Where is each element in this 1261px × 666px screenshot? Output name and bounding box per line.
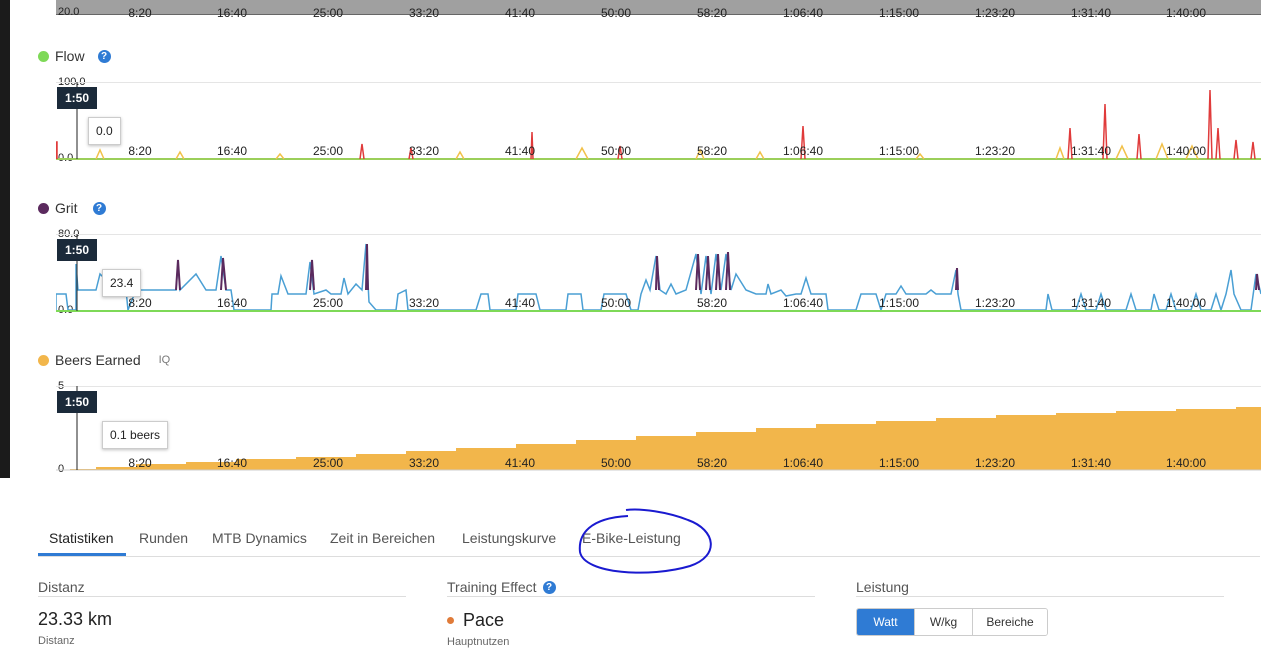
grit-cursor-time: 1:50 bbox=[57, 239, 97, 261]
x-tick-label: 58:20 bbox=[696, 144, 728, 158]
x-tick-label: 41:40 bbox=[504, 296, 536, 310]
x-tick-label: 50:00 bbox=[600, 296, 632, 310]
window-edge-lower bbox=[0, 478, 10, 666]
x-tick-label: 1:23:20 bbox=[974, 6, 1016, 20]
flow-title: Flow bbox=[55, 48, 85, 64]
x-tick-label: 41:40 bbox=[504, 456, 536, 470]
x-tick-label: 1:40:00 bbox=[1165, 144, 1207, 158]
active-tab-indicator bbox=[38, 553, 126, 556]
grit-title: Grit bbox=[55, 200, 78, 216]
training-effect-dot bbox=[447, 617, 454, 624]
training-effect-value: Pace bbox=[463, 610, 505, 630]
flow-tooltip: 0.0 bbox=[88, 117, 121, 145]
training-effect-title: Training Effect ? bbox=[447, 579, 556, 595]
x-tick-label: 1:15:00 bbox=[878, 6, 920, 20]
x-tick-label: 25:00 bbox=[312, 296, 344, 310]
training-effect-divider bbox=[447, 596, 815, 597]
power-title: Leistung bbox=[856, 579, 909, 595]
x-tick-label: 50:00 bbox=[600, 6, 632, 20]
x-tick-label: 1:15:00 bbox=[878, 296, 920, 310]
x-tick-label: 1:31:40 bbox=[1070, 6, 1112, 20]
x-tick-label: 1:15:00 bbox=[878, 456, 920, 470]
tab-runden[interactable]: Runden bbox=[139, 530, 188, 546]
tab-mtb-dynamics[interactable]: MTB Dynamics bbox=[212, 530, 307, 546]
x-tick-label: 1:40:00 bbox=[1165, 6, 1207, 20]
tab-leistungskurve[interactable]: Leistungskurve bbox=[462, 530, 556, 546]
x-tick-label: 25:00 bbox=[312, 456, 344, 470]
flow-help-icon[interactable]: ? bbox=[97, 49, 111, 63]
training-effect-value-row: Pace bbox=[447, 610, 504, 631]
hand-drawn-circle-annotation bbox=[578, 508, 712, 574]
grit-legend-dot bbox=[38, 202, 49, 214]
grit-header: Grit ? bbox=[38, 200, 106, 216]
x-tick-label: 16:40 bbox=[216, 144, 248, 158]
beers-iq-badge: IQ bbox=[158, 354, 171, 366]
x-tick-label: 1:23:20 bbox=[974, 144, 1016, 158]
x-tick-label: 1:40:00 bbox=[1165, 296, 1207, 310]
watt-button[interactable]: Watt bbox=[857, 609, 915, 635]
previous-chart-y-min: 20.0 bbox=[58, 6, 80, 18]
flow-minor-spikes bbox=[95, 141, 1199, 160]
x-tick-label: 1:40:00 bbox=[1165, 456, 1207, 470]
power-divider bbox=[856, 596, 1224, 597]
flow-cursor-time: 1:50 bbox=[57, 87, 97, 109]
distance-divider bbox=[38, 596, 406, 597]
x-tick-label: 1:31:40 bbox=[1070, 296, 1112, 310]
x-tick-label: 8:20 bbox=[128, 144, 152, 158]
x-tick-label: 16:40 bbox=[216, 296, 248, 310]
grit-peaks bbox=[175, 243, 1260, 291]
x-tick-label: 1:06:40 bbox=[782, 6, 824, 20]
x-tick-label: 58:20 bbox=[696, 456, 728, 470]
beers-cursor-time: 1:50 bbox=[57, 391, 97, 413]
beers-tooltip: 0.1 beers bbox=[102, 421, 169, 449]
x-tick-label: 1:23:20 bbox=[974, 296, 1016, 310]
x-tick-label: 1:06:40 bbox=[782, 144, 824, 158]
x-tick-label: 16:40 bbox=[216, 456, 248, 470]
x-tick-label: 50:00 bbox=[600, 144, 632, 158]
x-tick-label: 58:20 bbox=[696, 296, 728, 310]
beers-title: Beers Earned bbox=[55, 352, 141, 368]
training-effect-sub: Hauptnutzen bbox=[447, 636, 510, 648]
x-tick-label: 1:31:40 bbox=[1070, 456, 1112, 470]
beers-legend-dot bbox=[38, 354, 49, 366]
x-tick-label: 8:20 bbox=[128, 6, 152, 20]
x-tick-label: 33:20 bbox=[408, 144, 440, 158]
training-effect-label: Training Effect bbox=[447, 579, 537, 595]
x-tick-label: 1:23:20 bbox=[974, 456, 1016, 470]
distance-value: 23.33 km bbox=[38, 609, 113, 629]
flow-legend-dot bbox=[38, 50, 49, 62]
distance-sub: Distanz bbox=[38, 635, 75, 647]
x-tick-label: 1:06:40 bbox=[782, 296, 824, 310]
x-tick-label: 1:31:40 bbox=[1070, 144, 1112, 158]
bereiche-button[interactable]: Bereiche bbox=[973, 609, 1047, 635]
x-tick-label: 33:20 bbox=[408, 6, 440, 20]
x-tick-label: 25:00 bbox=[312, 144, 344, 158]
x-tick-label: 33:20 bbox=[408, 296, 440, 310]
grit-tooltip: 23.4 bbox=[102, 269, 142, 297]
x-tick-label: 41:40 bbox=[504, 144, 536, 158]
x-tick-label: 58:20 bbox=[696, 6, 728, 20]
window-edge bbox=[0, 0, 10, 478]
training-effect-help-icon[interactable]: ? bbox=[542, 580, 556, 594]
x-tick-label: 1:15:00 bbox=[878, 144, 920, 158]
w-per-kg-button[interactable]: W/kg bbox=[915, 609, 973, 635]
x-tick-label: 25:00 bbox=[312, 6, 344, 20]
x-tick-label: 16:40 bbox=[216, 6, 248, 20]
flow-header: Flow ? bbox=[38, 48, 111, 64]
distance-title: Distanz bbox=[38, 579, 85, 595]
x-tick-label: 1:06:40 bbox=[782, 456, 824, 470]
x-tick-label: 8:20 bbox=[128, 296, 152, 310]
x-tick-label: 8:20 bbox=[128, 456, 152, 470]
beers-header: Beers Earned IQ bbox=[38, 352, 170, 368]
x-tick-label: 33:20 bbox=[408, 456, 440, 470]
grit-help-icon[interactable]: ? bbox=[92, 201, 106, 215]
tab-statistiken[interactable]: Statistiken bbox=[49, 530, 114, 546]
power-unit-toggle: Watt W/kg Bereiche bbox=[856, 608, 1048, 636]
tab-zeit-in-bereichen[interactable]: Zeit in Bereichen bbox=[330, 530, 435, 546]
x-tick-label: 50:00 bbox=[600, 456, 632, 470]
x-tick-label: 41:40 bbox=[504, 6, 536, 20]
